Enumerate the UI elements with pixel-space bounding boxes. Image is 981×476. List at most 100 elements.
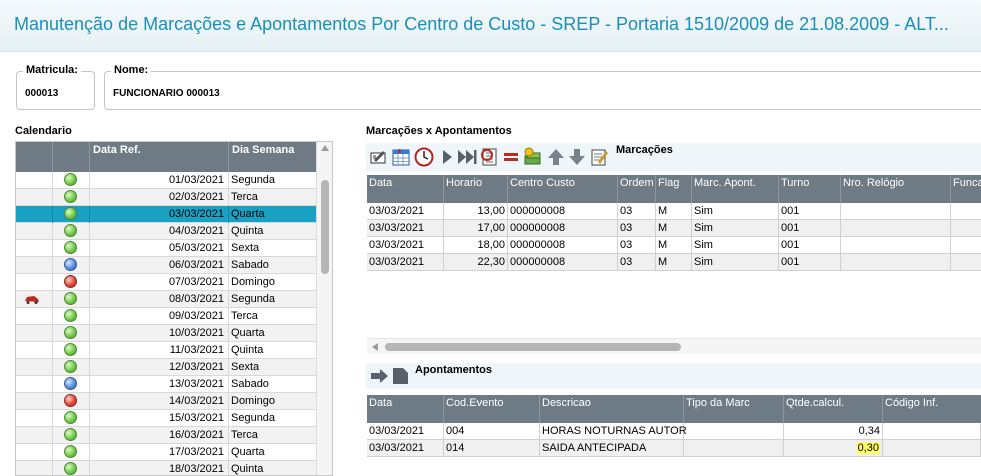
cell-desc: HORAS NOTURNAS AUTOR	[540, 423, 687, 440]
calendar-row[interactable]: 17/03/2021 Quarta	[16, 444, 317, 461]
calendar-col-dataref[interactable]: Data Ref.	[90, 142, 229, 172]
calendar-row[interactable]: 06/03/2021 Sabado	[16, 257, 317, 274]
cell-centro: 000000008	[508, 254, 618, 271]
calendar-col-flag[interactable]	[16, 142, 53, 172]
arrow-right-icon[interactable]	[369, 366, 389, 386]
calendario-label: Calendario	[15, 125, 72, 137]
apontamentos-col-cod-evento[interactable]: Cod.Evento	[444, 395, 540, 423]
apontamentos-grid[interactable]: Data Cod.Evento Descricao Tipo da Marc Q…	[367, 395, 981, 476]
marcacoes-col-data[interactable]: Data	[367, 175, 444, 203]
row-day: Quarta	[231, 327, 265, 339]
marcacoes-col-horario[interactable]: Horario	[444, 175, 508, 203]
row-flag-cell	[16, 223, 53, 240]
calendar-row[interactable]: 11/03/2021 Quinta	[16, 342, 317, 359]
scroll-up-arrow-icon[interactable]	[321, 145, 329, 151]
status-green-icon	[64, 309, 77, 322]
marcacoes-col-turno[interactable]: Turno	[779, 175, 841, 203]
marcacoes-row[interactable]: 03/03/2021 22,30 000000008 03 M Sim 001	[367, 254, 981, 271]
edit-icon[interactable]	[369, 147, 389, 167]
marcacoes-header: Data Horario Centro Custo Ordem Flag Mar…	[367, 175, 981, 203]
cell-funcao	[951, 203, 981, 220]
notes-icon[interactable]	[589, 147, 609, 167]
calendar-row[interactable]: 10/03/2021 Quarta	[16, 325, 317, 342]
cell-ordem: 03	[618, 254, 656, 271]
calendar-row[interactable]: 05/03/2021 Sexta	[16, 240, 317, 257]
apontamentos-col-codigo-inf[interactable]: Código Inf.	[883, 395, 981, 423]
cell-cod: 014	[444, 440, 540, 457]
arrow-down-icon[interactable]	[567, 147, 587, 167]
row-status-cell	[53, 376, 90, 393]
calendar-row[interactable]: 16/03/2021 Terca	[16, 427, 317, 444]
calendar-row[interactable]: 04/03/2021 Quinta	[16, 223, 317, 240]
calendar-row[interactable]: 13/03/2021 Sabado	[16, 376, 317, 393]
calendar-row[interactable]: 02/03/2021 Terca	[16, 189, 317, 206]
marcacoes-col-centro-custo[interactable]: Centro Custo	[508, 175, 618, 203]
money-icon[interactable]	[523, 147, 543, 167]
marcacoes-col-ordem[interactable]: Ordem	[618, 175, 656, 203]
calendar-col-diasemana[interactable]: Dia Semana	[229, 142, 317, 172]
refresh-icon[interactable]	[479, 147, 499, 167]
matricula-value: 000013	[25, 88, 59, 99]
cell-relogio	[841, 220, 951, 237]
cell-qtde: 0,30	[784, 440, 883, 457]
cell-turno: 001	[779, 237, 841, 254]
cell-centro: 000000008	[508, 220, 618, 237]
scroll-left-arrow-icon[interactable]	[372, 343, 378, 351]
apontamentos-col-descricao[interactable]: Descricao	[540, 395, 684, 423]
marcacoes-col-funcao[interactable]: Funcao	[951, 175, 981, 203]
calendar-row[interactable]: 08/03/2021 Segunda	[16, 291, 317, 308]
marcacoes-row[interactable]: 03/03/2021 18,00 000000008 03 M Sim 001	[367, 237, 981, 254]
row-status-cell	[53, 427, 90, 444]
fast-forward-icon[interactable]	[457, 147, 477, 167]
marcacoes-col-flag[interactable]: Flag	[656, 175, 692, 203]
row-date: 10/03/2021	[90, 325, 229, 342]
cell-tipo	[684, 423, 784, 440]
row-status-cell	[53, 291, 90, 308]
row-flag-cell	[16, 359, 53, 376]
calendar-icon[interactable]	[391, 147, 411, 167]
row-day: Terca	[231, 191, 258, 203]
apontamentos-row[interactable]: 03/03/2021 014 SAIDA ANTECIPADA 0,30	[367, 440, 981, 457]
marcacoes-col-marc-apont[interactable]: Marc. Apont.	[692, 175, 779, 203]
scrollbar-thumb[interactable]	[385, 343, 681, 351]
apontamentos-col-tipo-marc[interactable]: Tipo da Marc	[684, 395, 784, 423]
calendar-row[interactable]: 12/03/2021 Sexta	[16, 359, 317, 376]
document-icon[interactable]	[390, 366, 410, 386]
calendar-row[interactable]: 07/03/2021 Domingo	[16, 274, 317, 291]
row-flag-cell	[16, 189, 53, 206]
calendar-row[interactable]: 14/03/2021 Domingo	[16, 393, 317, 410]
clock-icon[interactable]	[414, 147, 434, 167]
row-day: Quinta	[231, 225, 264, 237]
equals-icon[interactable]	[501, 147, 521, 167]
apontamentos-col-qtde-calcul[interactable]: Qtde.calcul.	[784, 395, 883, 423]
apontamentos-row[interactable]: 03/03/2021 004 HORAS NOTURNAS AUTOR 0,34	[367, 423, 981, 440]
marcacoes-horizontal-scrollbar[interactable]	[367, 338, 981, 354]
row-status-cell	[53, 461, 90, 475]
matricula-field[interactable]: Matricula: 000013	[16, 64, 95, 110]
marcacoes-row[interactable]: 03/03/2021 13,00 000000008 03 M Sim 001	[367, 203, 981, 220]
row-flag-cell	[16, 342, 53, 359]
play-icon[interactable]	[437, 147, 457, 167]
marcacoes-row[interactable]: 03/03/2021 17,00 000000008 03 M Sim 001	[367, 220, 981, 237]
cell-turno: 001	[779, 203, 841, 220]
row-status-cell	[53, 393, 90, 410]
nome-field[interactable]: Nome: FUNCIONARIO 000013	[104, 64, 981, 110]
status-green-icon	[64, 343, 77, 356]
calendar-grid[interactable]: Data Ref. Dia Semana 01/03/2021 Segunda 02…	[15, 141, 333, 476]
marcacoes-grid[interactable]: Data Horario Centro Custo Ordem Flag Mar…	[367, 175, 981, 338]
calendar-row[interactable]: 03/03/2021 Quarta	[16, 206, 317, 223]
calendar-row[interactable]: 18/03/2021 Quinta	[16, 461, 317, 475]
scrollbar-thumb[interactable]	[321, 180, 329, 274]
calendar-row[interactable]: 09/03/2021 Terca	[16, 308, 317, 325]
row-date: 05/03/2021	[90, 240, 229, 257]
calendar-row[interactable]: 15/03/2021 Segunda	[16, 410, 317, 427]
highlighted-value: 0,30	[856, 442, 880, 454]
row-status-cell	[53, 240, 90, 257]
marcacoes-col-nro-relogio[interactable]: Nro. Relógio	[841, 175, 951, 203]
calendar-vertical-scrollbar[interactable]	[316, 142, 332, 475]
arrow-up-icon[interactable]	[546, 147, 566, 167]
calendar-row[interactable]: 01/03/2021 Segunda	[16, 172, 317, 189]
calendar-col-status[interactable]	[53, 142, 90, 172]
car-icon	[25, 296, 39, 304]
apontamentos-col-data[interactable]: Data	[367, 395, 444, 423]
